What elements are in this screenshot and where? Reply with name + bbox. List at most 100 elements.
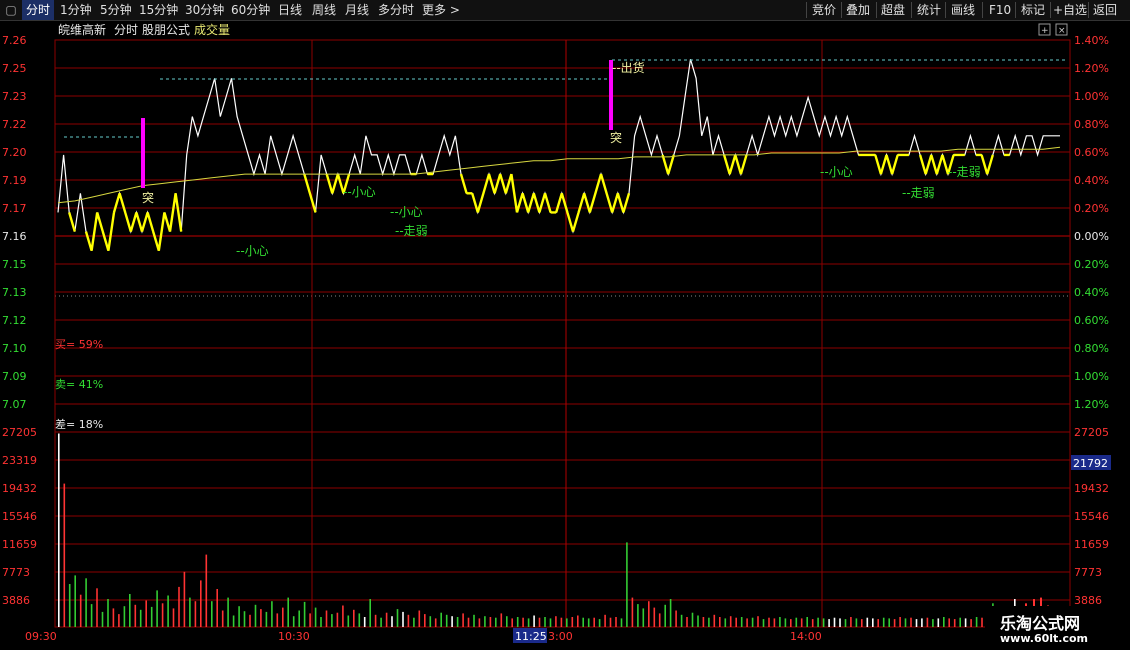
biaoji-button[interactable]: 标记	[1021, 0, 1045, 20]
volume-bar	[309, 613, 311, 627]
zouruo-label-2: --走弱	[902, 186, 935, 200]
volume-bar	[877, 619, 879, 627]
tab-more[interactable]: 更多 >	[422, 0, 460, 20]
volume-bar	[593, 617, 595, 627]
volume-bar	[342, 605, 344, 627]
tongji-button[interactable]: 统计	[917, 0, 941, 20]
volume-bar	[675, 610, 677, 627]
volume-bar	[609, 617, 612, 627]
volume-bar	[604, 614, 606, 627]
volume-bar	[795, 617, 798, 627]
diejia-button[interactable]: 叠加	[846, 0, 870, 20]
volume-bar	[691, 612, 694, 627]
volume-bar	[729, 616, 732, 627]
intraday-chart[interactable]: 皖维高新 分时 股朋公式 成交量 + × 7.267.257.237.227.2…	[0, 20, 1130, 650]
volume-bar	[899, 617, 901, 627]
tab-fenshi[interactable]: 分时	[22, 0, 54, 20]
volume-bar	[500, 613, 503, 627]
xiaoxin-label-2: --小心	[343, 185, 376, 199]
chaopan-button[interactable]: 超盘	[881, 0, 905, 20]
volume-bar	[959, 617, 961, 627]
percent-tick-label: 1.00%	[1074, 90, 1109, 103]
volume-bar	[669, 599, 672, 627]
tab-30min[interactable]: 30分钟	[185, 0, 224, 20]
tab-monthly[interactable]: 月线	[345, 0, 369, 20]
volume-bar	[429, 616, 432, 627]
volume-bar	[292, 616, 295, 627]
volume-bar	[719, 617, 721, 627]
volume-tick-label-right: 15546	[1074, 510, 1109, 523]
price-tick-label: 7.10	[2, 342, 27, 355]
stock-name: 皖维高新	[58, 22, 106, 37]
volume-tick-label: 23319	[2, 454, 37, 467]
f10-button[interactable]: F10	[989, 0, 1011, 20]
volume-bar	[473, 614, 475, 627]
volume-bar	[762, 619, 765, 627]
volume-tick-label: 19432	[2, 482, 37, 495]
volume-bar	[811, 619, 814, 627]
volume-bar	[817, 617, 819, 627]
volume-tick-label: 3886	[2, 594, 30, 607]
volume-bar	[800, 618, 803, 627]
volume-bar	[751, 617, 754, 627]
xiaoxin-label-4: --小心	[820, 165, 853, 179]
volume-bar	[784, 618, 787, 627]
volume-bar	[615, 617, 617, 627]
volume-bar	[440, 612, 442, 627]
volume-tick-label: 27205	[2, 426, 37, 439]
volume-bar	[68, 584, 71, 627]
add-watchlist-button[interactable]: +自选	[1053, 0, 1087, 20]
tab-60min[interactable]: 60分钟	[231, 0, 270, 20]
time-axis: 09:30 10:30 14:00 3:00	[25, 630, 822, 643]
volume-bar	[970, 619, 972, 627]
jingjia-button[interactable]: 竞价	[812, 0, 836, 20]
volume-bar	[451, 616, 453, 627]
volume-bar	[833, 617, 836, 627]
volume-bar	[238, 606, 240, 627]
volume-bar	[396, 609, 399, 627]
price-tick-label: 7.23	[2, 90, 27, 103]
volume-bar	[560, 617, 563, 627]
chart-header: 皖维高新 分时 股朋公式 成交量	[58, 22, 230, 37]
volume-bar	[249, 614, 251, 627]
volume-bar	[571, 617, 574, 627]
volume-bar	[358, 613, 361, 627]
volume-bar	[555, 616, 557, 627]
volume-bar	[680, 614, 683, 627]
volume-bar	[620, 618, 623, 627]
volume-bar	[391, 616, 393, 627]
volume-bar	[708, 617, 710, 627]
volume-bar	[506, 616, 508, 627]
percent-tick-label: 0.20%	[1074, 258, 1109, 271]
toolbar-menu-icon[interactable]: ▢	[2, 0, 20, 20]
volume-bar	[353, 609, 355, 627]
percent-tick-label: 1.20%	[1074, 398, 1109, 411]
volume-bar	[516, 617, 519, 627]
volume-bar	[79, 594, 82, 627]
volume-bar	[424, 614, 426, 627]
volume-bar	[953, 619, 956, 627]
tab-multi-fenshi[interactable]: 多分时	[378, 0, 414, 20]
volume-tick-label: 11659	[2, 538, 37, 551]
volume-bar	[855, 618, 858, 627]
volume-tick-label: 7773	[2, 566, 30, 579]
chart-grid	[54, 39, 1071, 628]
tab-1min[interactable]: 1分钟	[60, 0, 92, 20]
volume-bar	[642, 608, 645, 627]
tab-daily[interactable]: 日线	[278, 0, 302, 20]
huaxian-button[interactable]: 画线	[951, 0, 975, 20]
tab-5min[interactable]: 5分钟	[100, 0, 132, 20]
volume-bar	[221, 610, 224, 627]
volume-bar	[194, 601, 197, 627]
indicator-label: 成交量	[194, 22, 230, 37]
volume-bar	[882, 617, 885, 627]
volume-bar	[549, 618, 552, 627]
tab-15min[interactable]: 15分钟	[139, 0, 178, 20]
tab-weekly[interactable]: 周线	[312, 0, 336, 20]
zouruo-label-3: --走弱	[948, 165, 981, 179]
volume-bar	[915, 619, 918, 627]
volume-bar	[637, 604, 639, 627]
toolbar-divider	[876, 2, 877, 18]
back-button[interactable]: 返回	[1093, 0, 1117, 20]
toolbar-divider	[982, 2, 983, 18]
